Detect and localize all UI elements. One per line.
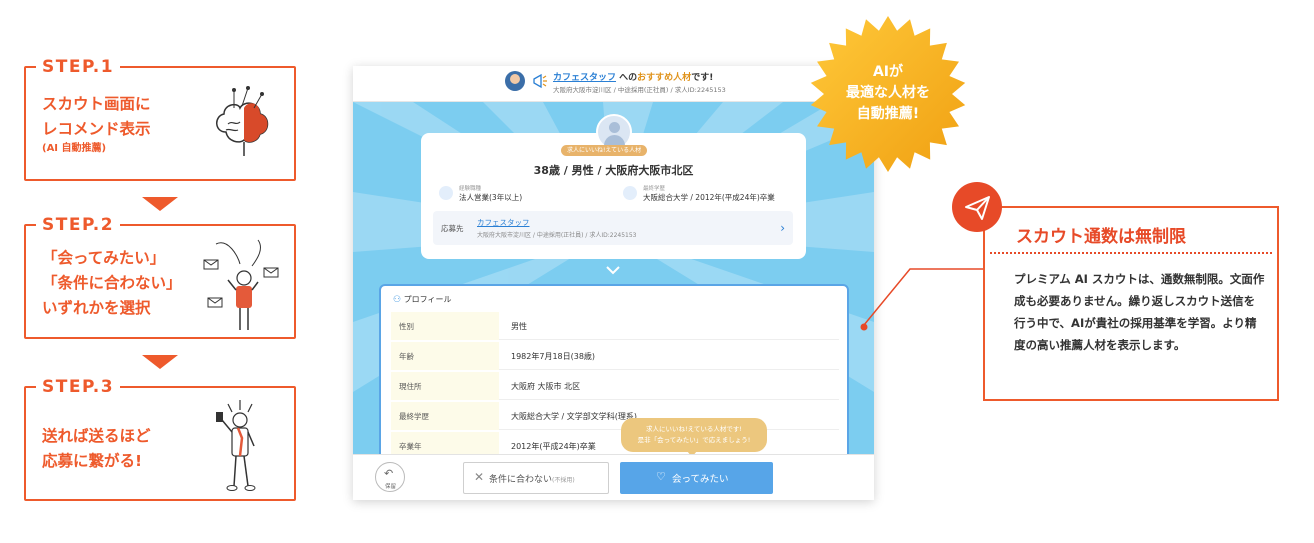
callout-connector xyxy=(860,268,985,331)
not-matching-text: 条件に合わない xyxy=(489,475,553,485)
chevron-right-icon: › xyxy=(780,221,785,235)
table-row: 性別 男性 xyxy=(391,312,839,340)
apply-label: 応募先 xyxy=(441,224,464,233)
liked-badge: 求人にいいね!えている人材 xyxy=(561,145,648,156)
row-key: 性別 xyxy=(391,312,499,340)
chevron-down-icon[interactable] xyxy=(605,264,621,276)
table-row: 年齢 1982年7月18日(38歳) xyxy=(391,342,839,370)
profile-heading-label: プロフィール xyxy=(403,295,452,304)
starburst-text: AIが 最適な人材を 自動推薦! xyxy=(808,62,968,125)
megaphone-icon xyxy=(533,73,547,89)
step-1-sub: (AI 自動推薦) xyxy=(42,143,107,154)
step-1-line-2: レコメンド表示 xyxy=(42,120,151,138)
hold-button[interactable]: ↶ 保留 xyxy=(375,462,405,492)
header-detail: 大阪府大阪市淀川区 / 中途採用(正社員) / 求人ID:2245153 xyxy=(553,86,726,94)
want-to-meet-button[interactable]: ♡ 会ってみたい xyxy=(620,462,773,494)
step-3-text: 送れば送るほど 応募に繋がる! xyxy=(42,424,151,474)
tooltip-line-1: 求人にいいね!えている人材です! xyxy=(646,425,742,433)
callout-divider xyxy=(990,252,1272,254)
step-1-box: STEP.1 スカウト画面に レコメンド表示 (AI 自動推薦) xyxy=(24,56,296,181)
tag-icon xyxy=(439,186,453,200)
row-value: 1982年7月18日(38歳) xyxy=(511,352,596,361)
row-value: 大阪総合大学 / 文学部文学科(理系) xyxy=(511,412,638,421)
heart-icon: ♡ xyxy=(656,470,666,483)
callout-body: プレミアム AI スカウトは、通数無制限。文面作成も必要ありません。繰り返しスカ… xyxy=(1014,272,1265,352)
school-label: 最終学歴 xyxy=(643,186,666,192)
step-3-box: STEP.3 送れば送るほど 応募に繋がる! xyxy=(24,376,296,501)
step-3-line-1: 送れば送るほど xyxy=(42,427,151,445)
header-title: カフェスタッフ へのおすすめ人材です! xyxy=(553,70,713,83)
apply-target-row[interactable]: 応募先 カフェスタッフ 大阪府大阪市淀川区 / 中途採用(正社員) / 求人ID… xyxy=(433,211,793,245)
row-key: 年齢 xyxy=(391,342,499,370)
not-matching-button[interactable]: ✕ 条件に合わない(不採用) xyxy=(463,462,609,494)
mockup-header: カフェスタッフ へのおすすめ人材です! 大阪府大阪市淀川区 / 中途採用(正社員… xyxy=(353,66,874,102)
close-icon: ✕ xyxy=(474,470,485,484)
career-label: 経験職種 xyxy=(459,186,482,192)
hold-label: 保留 xyxy=(385,484,397,490)
want-to-meet-label: 会ってみたい xyxy=(672,474,729,485)
tooltip-bubble: 求人にいいね!えている人材です! 是非「会ってみたい」で応えましょう! xyxy=(621,418,767,457)
step-2-line-2: 「条件に合わない」 xyxy=(42,274,182,292)
step-1-tag: STEP.1 xyxy=(36,56,121,78)
starburst-line-2: 最適な人材を xyxy=(846,85,930,101)
profile-heading: ⚇ プロフィール xyxy=(393,294,451,305)
starburst-line-3: 自動推薦! xyxy=(856,106,920,122)
career-value: 法人営業(3年以上) xyxy=(459,193,523,202)
header-suffix: です! xyxy=(691,73,714,83)
school-value: 大阪総合大学 / 2012年(平成24年)卒業 xyxy=(643,193,775,202)
step-2-text: 「会ってみたい」 「条件に合わない」 いずれかを選択 xyxy=(42,246,182,321)
table-row: 最終学歴 大阪総合大学 / 文学部文学科(理系) xyxy=(391,402,839,430)
paper-plane-icon xyxy=(952,182,1002,232)
step-3-tag: STEP.3 xyxy=(36,376,121,398)
starburst-line-1: AIが xyxy=(872,64,904,80)
step-1-line-1: スカウト画面に xyxy=(42,95,151,113)
step-2-line-1: 「会ってみたい」 xyxy=(42,249,166,267)
graduation-cap-icon xyxy=(623,186,637,200)
header-recommend: おすすめ人材 xyxy=(637,73,692,83)
avatar xyxy=(505,71,525,91)
table-row: 現住所 大阪府 大阪市 北区 xyxy=(391,372,839,400)
step-arrow-1 xyxy=(142,197,178,211)
row-key: 現住所 xyxy=(391,372,499,400)
step-2-line-3: いずれかを選択 xyxy=(42,299,151,317)
header-to-text: への xyxy=(619,73,638,83)
row-value: 男性 xyxy=(511,322,527,331)
tooltip-line-2: 是非「会ってみたい」で応えましょう! xyxy=(637,436,751,444)
user-icon: ⚇ xyxy=(393,295,402,305)
scout-screen-mockup: カフェスタッフ へのおすすめ人材です! 大阪府大阪市淀川区 / 中途採用(正社員… xyxy=(353,66,874,500)
callout-title: スカウト通数は無制限 xyxy=(1016,227,1186,247)
not-matching-sub: (不採用) xyxy=(552,477,575,484)
step-3-line-2: 応募に繋がる! xyxy=(42,452,143,470)
undo-icon: ↶ xyxy=(384,467,394,480)
step-2-box: STEP.2 「会ってみたい」 「条件に合わない」 いずれかを選択 xyxy=(24,214,296,339)
row-value: 2012年(平成24年)卒業 xyxy=(511,442,596,451)
person-letters-icon xyxy=(203,239,279,330)
action-bar: ↶ 保留 ✕ 条件に合わない(不採用) ♡ 会ってみたい xyxy=(353,454,874,500)
brain-icon xyxy=(216,86,269,156)
person-phone-icon xyxy=(216,400,256,491)
step-1-text: スカウト画面に レコメンド表示 (AI 自動推薦) xyxy=(42,92,151,156)
header-company-link[interactable]: カフェスタッフ xyxy=(553,73,616,83)
apply-job-link[interactable]: カフェスタッフ xyxy=(477,217,530,228)
apply-detail: 大阪府大阪市淀川区 / 中途採用(正社員) / 求人ID:2245153 xyxy=(477,232,637,239)
candidate-summary: 38歳 / 男性 / 大阪府大阪市北区 xyxy=(533,164,694,177)
row-key: 最終学歴 xyxy=(391,402,499,430)
not-matching-label: 条件に合わない(不採用) xyxy=(489,472,575,485)
step-2-tag: STEP.2 xyxy=(36,214,121,236)
row-value: 大阪府 大阪市 北区 xyxy=(511,382,581,391)
step-arrow-2 xyxy=(142,355,178,369)
